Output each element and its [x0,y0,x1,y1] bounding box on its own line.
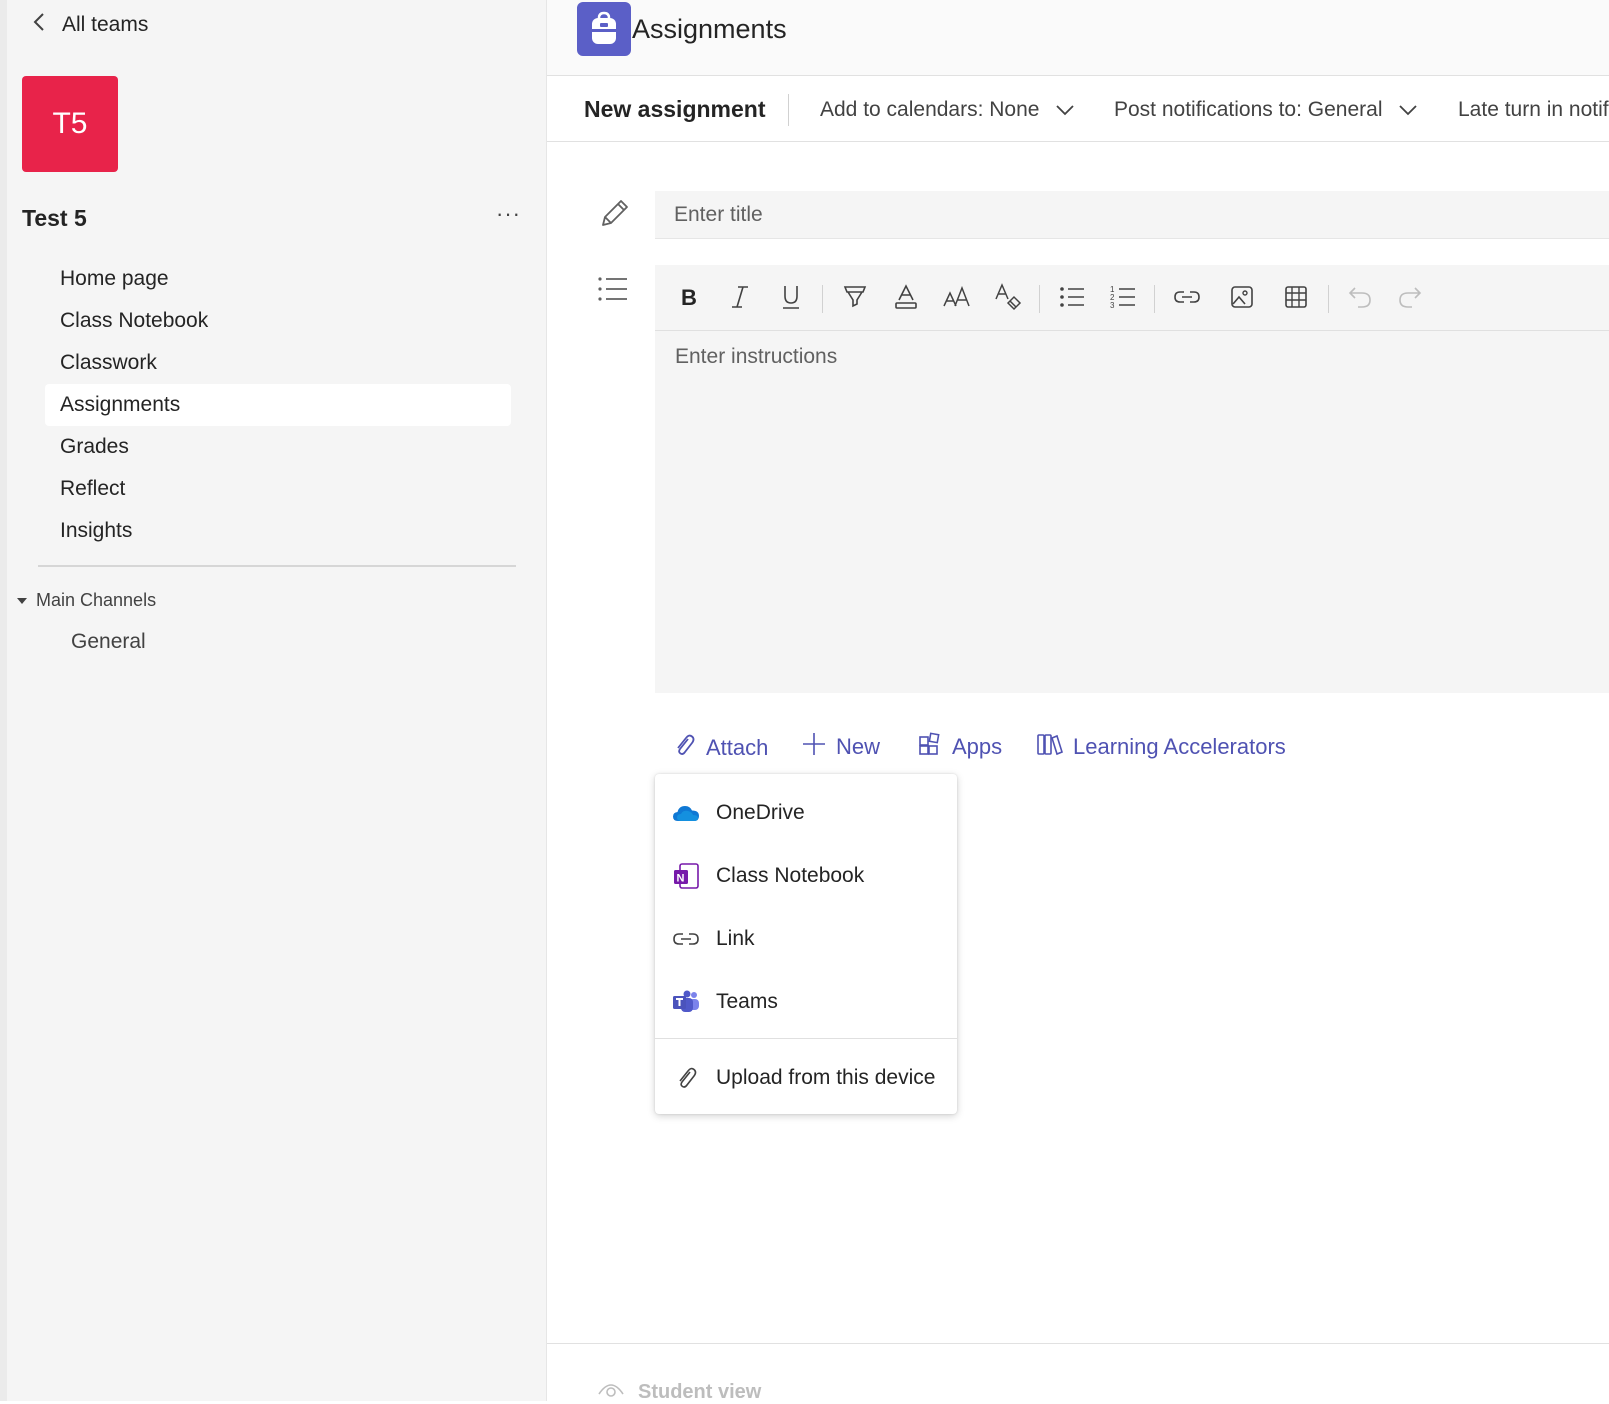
sidebar-divider [38,565,516,567]
more-options-icon[interactable]: ··· [496,203,521,225]
all-teams-back-link[interactable]: All teams [32,8,148,42]
backpack-icon [577,2,631,56]
format-divider [1154,285,1155,313]
svg-text:B: B [681,286,697,308]
late-turn-in-label: Late turn in notif [1458,98,1609,121]
onenote-icon: N [672,862,700,890]
nav-item-grades[interactable]: Grades [45,426,511,468]
attach-button[interactable]: Attach [672,732,768,764]
sidebar: All teams T5 Test 5 ··· Home page Class … [0,0,547,1401]
font-color-icon[interactable] [891,282,921,312]
paperclip-icon [672,1064,700,1092]
apps-label: Apps [952,734,1003,759]
footer-divider [547,1343,1609,1344]
apps-icon [918,732,942,762]
table-icon[interactable] [1281,282,1311,312]
team-name: Test 5 [22,205,87,231]
app-rail-edge [0,0,7,1401]
chevron-down-icon [1398,98,1418,122]
books-icon [1037,732,1063,762]
nav-item-home-page[interactable]: Home page [45,258,511,300]
italic-icon[interactable] [725,282,755,312]
attach-label: Attach [706,735,769,760]
bold-icon[interactable]: B [674,282,704,312]
menu-item-label: Class Notebook [716,864,865,887]
eye-icon [598,1380,624,1404]
svg-text:N: N [677,873,685,885]
image-icon[interactable] [1227,282,1257,312]
onedrive-icon [672,799,700,827]
post-notifications-dropdown[interactable]: Post notifications to: General [1114,98,1418,122]
channel-general[interactable]: General [71,630,146,654]
new-button[interactable]: New [802,732,880,762]
learning-accelerators-button[interactable]: Learning Accelerators [1037,732,1286,762]
format-divider [1039,285,1040,313]
redo-icon[interactable] [1395,282,1425,312]
app-title: Assignments [632,14,787,44]
menu-item-label: OneDrive [716,801,805,824]
format-divider [1328,285,1329,313]
team-nav: Home page Class Notebook Classwork Assig… [45,258,511,552]
menu-item-label: Link [716,927,755,950]
add-to-calendars-label: Add to calendars: None [820,98,1040,121]
bullet-list-icon[interactable] [1057,282,1087,312]
menu-item-link[interactable]: Link [655,911,957,967]
attach-menu: OneDrive N Class Notebook Link Teams Upl… [655,774,957,1114]
nav-item-reflect[interactable]: Reflect [45,468,511,510]
channels-section-header[interactable]: Main Channels [16,590,156,611]
late-turn-in-dropdown[interactable]: Late turn in notif [1458,98,1609,122]
highlight-icon[interactable] [840,282,870,312]
underline-icon[interactable] [776,282,806,312]
link-icon[interactable] [1172,282,1202,312]
caret-down-icon [16,590,28,611]
learning-accelerators-label: Learning Accelerators [1073,734,1286,759]
nav-item-assignments[interactable]: Assignments [45,384,511,426]
numbered-list-icon[interactable]: 123 [1108,282,1138,312]
add-to-calendars-dropdown[interactable]: Add to calendars: None [820,98,1075,122]
title-input[interactable] [655,191,1609,239]
new-label: New [836,734,881,759]
nav-item-classwork[interactable]: Classwork [45,342,511,384]
svg-text:3: 3 [1110,301,1115,310]
nav-item-insights[interactable]: Insights [45,510,511,552]
post-notifications-label: Post notifications to: General [1114,98,1383,121]
plus-icon [802,732,826,762]
format-toolbar: B 123 [655,265,1609,331]
menu-divider [655,1038,957,1039]
teams-icon [672,988,700,1016]
instructions-placeholder[interactable]: Enter instructions [675,345,837,369]
nav-item-class-notebook[interactable]: Class Notebook [45,300,511,342]
chevron-down-icon [1055,98,1075,122]
menu-item-onedrive[interactable]: OneDrive [655,785,957,841]
menu-item-label: Upload from this device [716,1066,936,1089]
menu-item-upload-from-device[interactable]: Upload from this device [655,1050,957,1106]
assignment-toolbar: New assignment Add to calendars: None Po… [547,76,1609,142]
clear-format-icon[interactable] [993,282,1023,312]
menu-item-teams[interactable]: Teams [655,974,957,1030]
new-assignment-title: New assignment [584,96,766,122]
team-avatar: T5 [22,76,118,172]
menu-item-label: Teams [716,990,778,1013]
link-icon [672,925,700,953]
channels-header-label: Main Channels [36,590,157,610]
app-header: Assignments [547,0,1609,76]
font-size-icon[interactable] [942,282,972,312]
format-divider [822,285,823,313]
menu-item-class-notebook[interactable]: N Class Notebook [655,848,957,904]
apps-button[interactable]: Apps [918,732,1002,762]
student-view-button[interactable]: Student view [598,1380,761,1404]
undo-icon[interactable] [1345,282,1375,312]
student-view-label: Student view [638,1380,762,1403]
chevron-left-icon [32,12,46,38]
list-icon [597,275,629,308]
pencil-icon [597,197,631,236]
all-teams-label: All teams [62,13,149,36]
paperclip-icon [672,732,696,764]
instructions-editor: B 123 Enter instructions [655,265,1609,693]
toolbar-divider [788,94,789,126]
